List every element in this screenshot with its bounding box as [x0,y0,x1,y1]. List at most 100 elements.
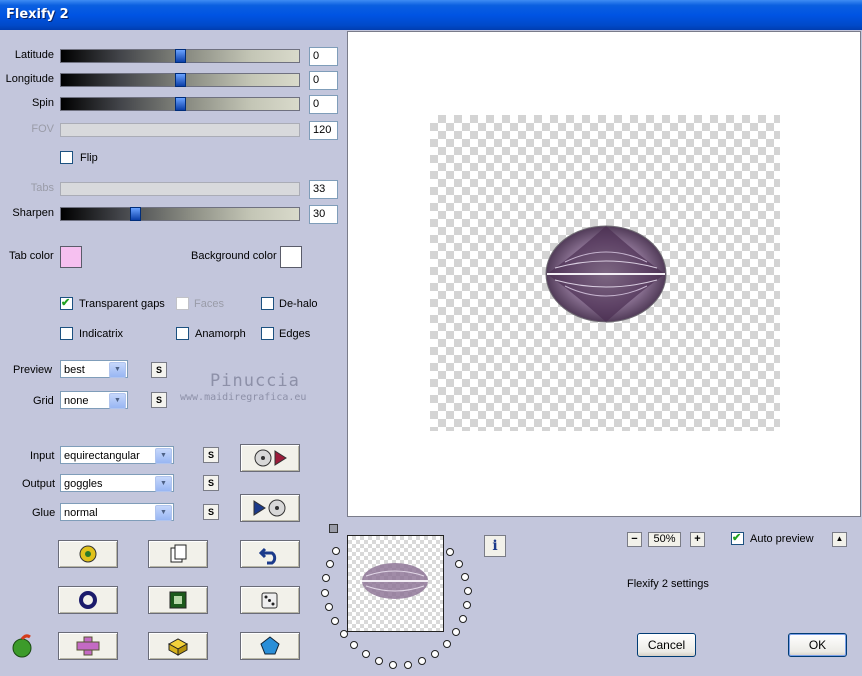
latitude-slider-thumb[interactable] [175,49,186,63]
navigator-dot[interactable] [463,601,471,609]
navigator-dot[interactable] [332,547,340,555]
flip-checkbox[interactable] [60,151,73,164]
tab-color-label: Tab color [9,250,54,262]
auto-preview-checkbox[interactable]: ✔ [731,532,744,545]
grid-select-value: none [64,395,89,407]
chevron-down-icon[interactable]: ▼ [155,476,172,492]
tabs-label: Tabs [30,182,54,194]
navigator-dot[interactable] [389,661,397,669]
output-select[interactable]: goggles ▼ [60,474,174,492]
random-dice-button[interactable] [240,586,300,614]
glue-select[interactable]: normal ▼ [60,503,174,521]
navigator-dot[interactable] [322,574,330,582]
ring-icon [79,591,97,609]
navigator-dot[interactable] [404,661,412,669]
undo-button[interactable] [240,540,300,568]
cube-button[interactable] [148,632,208,660]
navigator-dot[interactable] [446,548,454,556]
navigator-dot[interactable] [326,560,334,568]
pentagon-button[interactable] [240,632,300,660]
cross-button[interactable] [58,632,118,660]
preview-select[interactable]: best ▼ [60,360,128,378]
collapse-arrow-button[interactable]: ▲ [832,532,847,547]
indicatrix-checkbox[interactable] [60,327,73,340]
window-title: Flexify 2 [6,7,69,22]
navigator-dot[interactable] [464,587,472,595]
spin-field[interactable]: 0 [309,95,338,114]
checkmark-icon: ✔ [61,297,71,309]
faces-label: Faces [194,298,224,310]
navigator-dot[interactable] [321,589,329,597]
load-input-button[interactable] [240,444,300,472]
spin-slider[interactable] [60,97,300,111]
sharpen-slider-thumb[interactable] [130,207,141,221]
navigator-handle[interactable] [329,524,338,533]
chevron-down-icon[interactable]: ▼ [109,393,126,409]
chevron-down-icon[interactable]: ▼ [109,362,126,378]
navigator-dot[interactable] [443,640,451,648]
info-button[interactable]: i [484,535,506,557]
navigator-dot[interactable] [418,657,426,665]
navigator-dot[interactable] [431,650,439,658]
grid-select[interactable]: none ▼ [60,391,128,409]
zoom-out-button[interactable]: − [627,532,642,547]
anamorph-label: Anamorph [195,328,246,340]
auto-preview-label: Auto preview [750,533,814,545]
de-halo-label: De-halo [279,298,318,310]
transparent-gaps-checkbox[interactable]: ✔ [60,297,73,310]
ring-button[interactable] [58,586,118,614]
grid-s-button[interactable]: S [151,392,167,408]
longitude-field[interactable]: 0 [309,71,338,90]
sharpen-slider[interactable] [60,207,300,221]
frame-icon [169,591,187,609]
input-s-button[interactable]: S [203,447,219,463]
copy-button[interactable] [148,540,208,568]
sharpen-field[interactable]: 30 [309,205,338,224]
faces-checkbox [176,297,189,310]
longitude-slider-thumb[interactable] [175,73,186,87]
tab-color-swatch[interactable] [60,246,82,268]
latitude-field[interactable]: 0 [309,47,338,66]
navigator-dot[interactable] [350,641,358,649]
navigator-dot[interactable] [340,630,348,638]
cancel-button[interactable]: Cancel [637,633,696,657]
navigator-dot[interactable] [375,657,383,665]
watermark-name: Pinuccia [210,371,300,391]
navigator-dot[interactable] [325,603,333,611]
gear-star-icon [79,545,97,563]
navigator-dot[interactable] [461,573,469,581]
zoom-in-button[interactable]: + [690,532,705,547]
save-output-button[interactable] [240,494,300,522]
navigator-dot[interactable] [331,617,339,625]
background-color-swatch[interactable] [280,246,302,268]
checkmark-icon: ✔ [732,532,742,544]
longitude-slider[interactable] [60,73,300,87]
chevron-down-icon[interactable]: ▼ [155,505,172,521]
input-select[interactable]: equirectangular ▼ [60,446,174,464]
randomize-button[interactable] [58,540,118,568]
undo-icon [259,547,277,565]
cross-icon [76,636,100,656]
preview-s-button[interactable]: S [151,362,167,378]
latitude-slider[interactable] [60,49,300,63]
navigator-dot[interactable] [459,615,467,623]
chevron-down-icon[interactable]: ▼ [155,448,172,464]
navigator-dot[interactable] [452,628,460,636]
output-s-button[interactable]: S [203,475,219,491]
frame-button[interactable] [148,586,208,614]
navigator-dot[interactable] [455,560,463,568]
flip-label: Flip [80,152,98,164]
zoom-level-field[interactable]: 50% [648,532,681,547]
edges-checkbox[interactable] [261,327,274,340]
copy-icon [170,544,187,563]
latitude-label: Latitude [14,49,54,61]
de-halo-checkbox[interactable] [261,297,274,310]
anamorph-checkbox[interactable] [176,327,189,340]
navigator-dot[interactable] [362,650,370,658]
spin-slider-thumb[interactable] [175,97,186,111]
glue-s-button[interactable]: S [203,504,219,520]
output-select-value: goggles [64,478,103,490]
ok-button[interactable]: OK [788,633,847,657]
glue-label: Glue [32,507,56,519]
goggles-preview-image [545,225,667,323]
